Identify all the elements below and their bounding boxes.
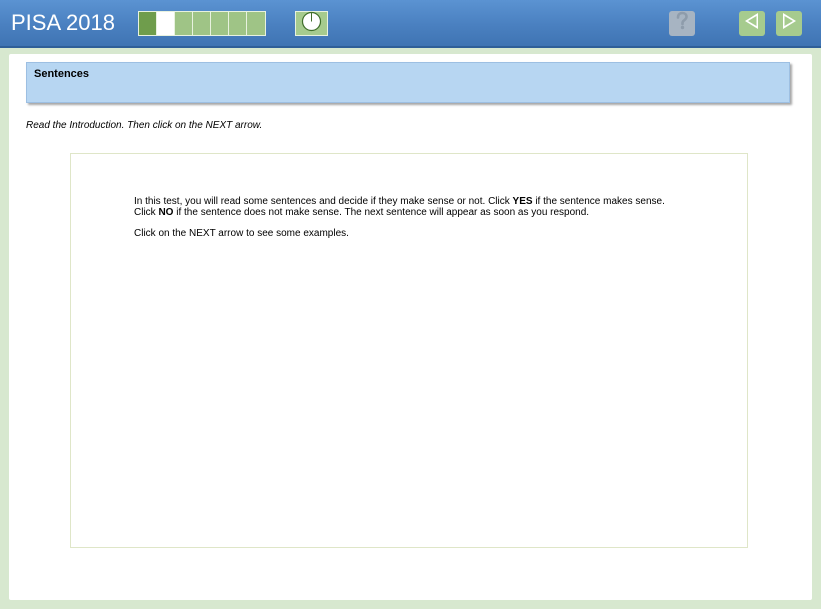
brand-title: PISA 2018 <box>11 10 115 35</box>
stimulus-panel: In this test, you will read some sentenc… <box>70 153 748 548</box>
arrow-left-icon <box>742 11 762 36</box>
top-bar: PISA 2018 <box>0 0 821 48</box>
help-button[interactable] <box>669 11 695 36</box>
question-mark-icon <box>673 11 691 36</box>
stimulus-paragraph: Click on the NEXT arrow to see some exam… <box>134 228 349 239</box>
unit-title: Sentences <box>34 68 90 80</box>
previous-button[interactable] <box>739 11 765 36</box>
progress-segment <box>193 12 211 35</box>
clock-icon <box>301 11 322 37</box>
no-keyword: NO <box>158 207 174 218</box>
yes-keyword: YES <box>512 196 533 207</box>
stimulus-text: In this test, you will read some sentenc… <box>134 196 513 207</box>
next-button[interactable] <box>776 11 802 36</box>
progress-segment <box>175 12 193 35</box>
arrow-right-icon <box>779 11 799 36</box>
timer-button[interactable] <box>295 11 328 36</box>
stimulus-paragraph: In this test, you will read some sentenc… <box>134 196 679 218</box>
stimulus-body: In this test, you will read some sentenc… <box>134 196 679 249</box>
stimulus-text: if the sentence does not make sense. The… <box>173 207 590 218</box>
progress-segment <box>247 12 265 35</box>
progress-segment <box>157 12 175 35</box>
progress-segment <box>229 12 247 35</box>
unit-title-panel: Sentences <box>26 62 790 103</box>
progress-segment <box>139 12 157 35</box>
instruction-text: Read the Introduction. Then click on the… <box>26 120 263 131</box>
progress-bar <box>138 11 266 36</box>
progress-segment <box>211 12 229 35</box>
content-frame: Sentences Read the Introduction. Then cl… <box>9 54 812 600</box>
pisa-app: PISA 2018 Sentences Read the Introductio… <box>0 0 821 609</box>
